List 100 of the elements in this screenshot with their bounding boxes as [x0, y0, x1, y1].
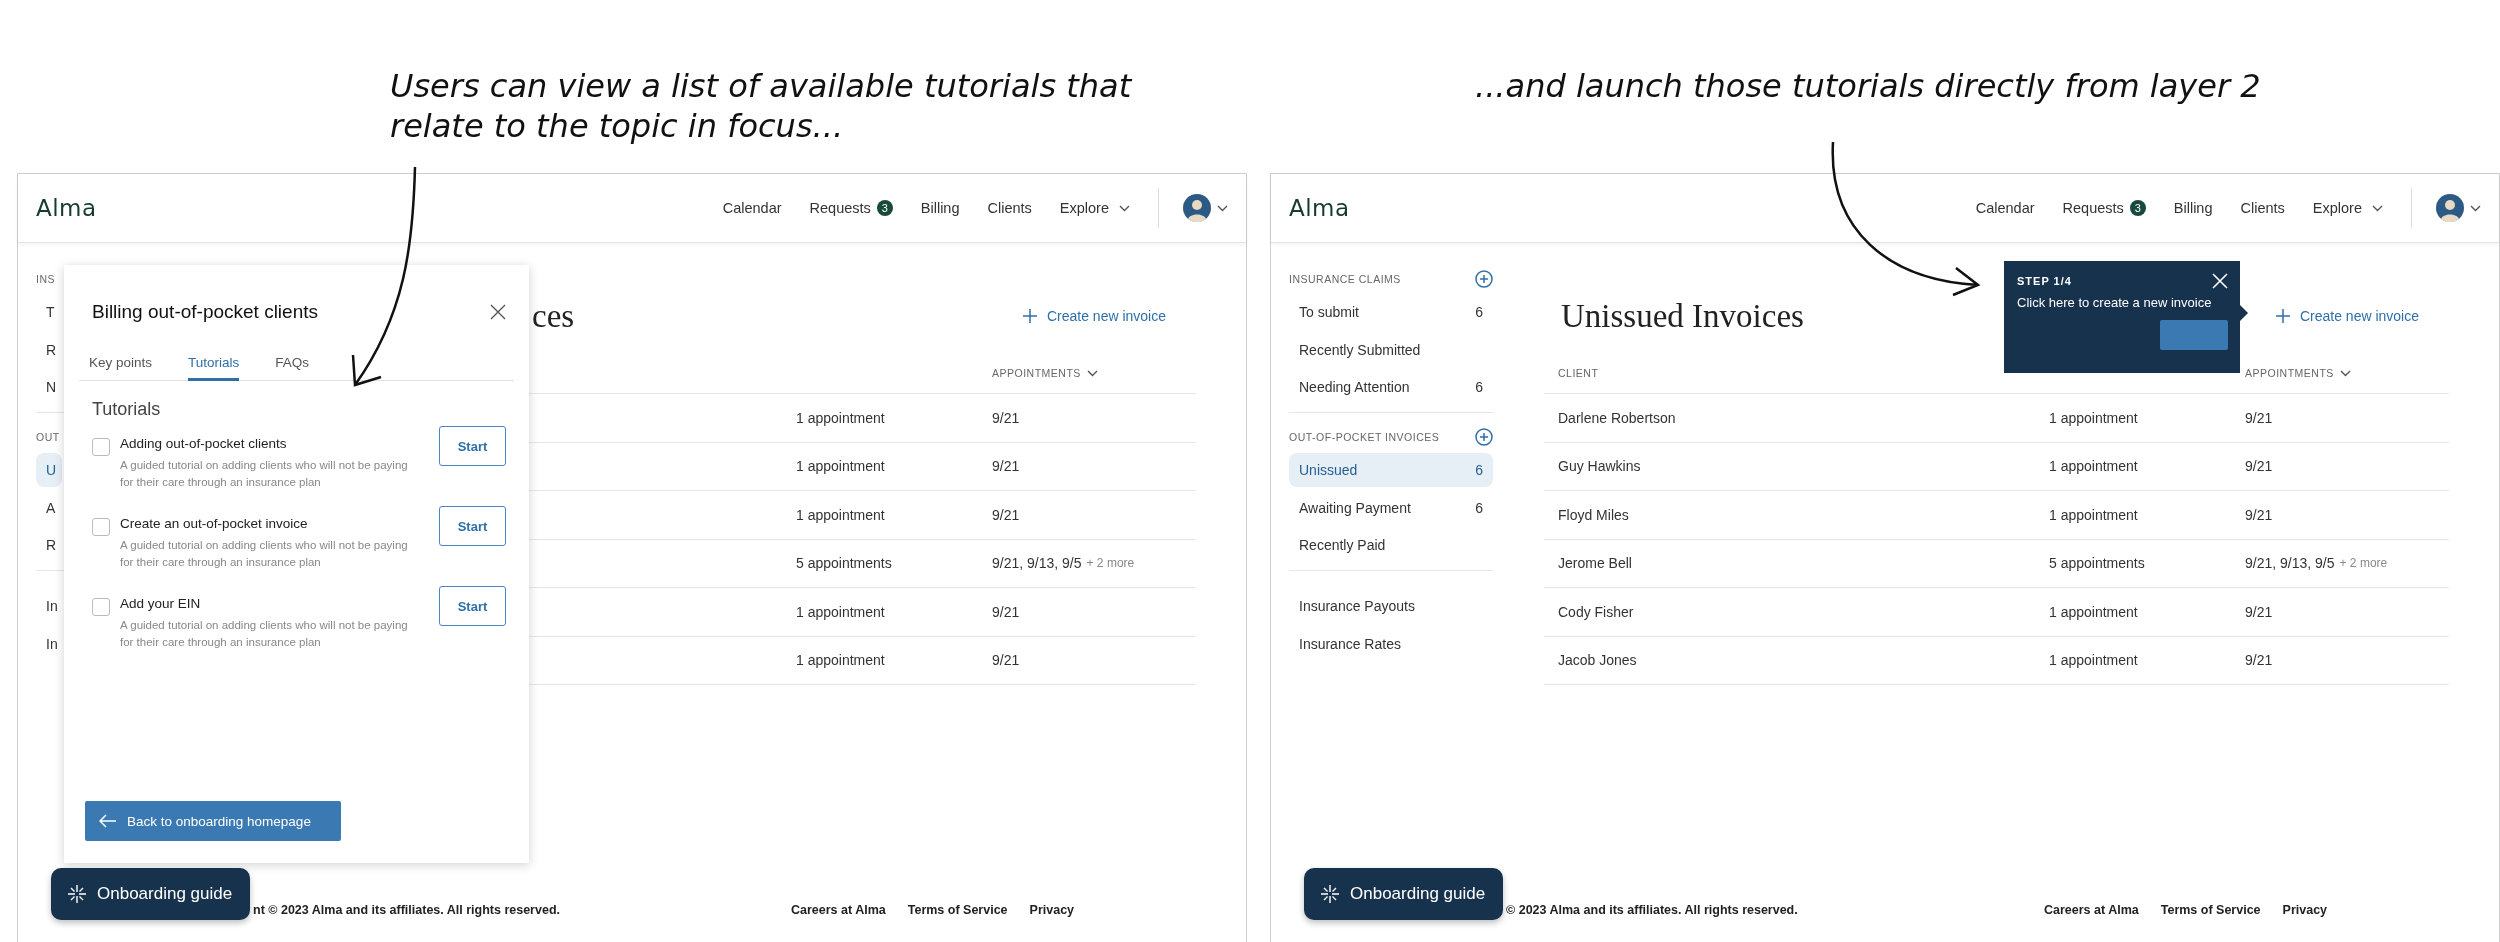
tutorial-description: A guided tutorial on adding clients who will not be paying for their care through an insurance plan	[120, 538, 409, 570]
footer-link[interactable]: Privacy	[2282, 903, 2328, 917]
start-button[interactable]: Start	[439, 586, 506, 626]
account-menu[interactable]	[2436, 194, 2481, 222]
add-icon[interactable]	[1475, 428, 1493, 446]
table-cell: 1 appointment	[2049, 603, 2138, 620]
tutorial-description: A guided tutorial on adding clients who will not be paying for their care through an insurance plan	[120, 618, 409, 650]
chevron-down-icon	[1217, 204, 1228, 212]
table-cell: 1 appointment	[2049, 458, 2138, 475]
nav-link[interactable]: Billing	[2173, 200, 2213, 216]
create-invoice-link[interactable]: Create new invoice	[1022, 308, 1166, 324]
footer-link[interactable]: Terms of Service	[907, 903, 1008, 917]
section-heading: INSURANCE CLAIMS	[1289, 273, 1401, 285]
sidebar-item[interactable]: T	[36, 295, 61, 329]
sidebar-item[interactable]: Insurance Payouts	[1289, 589, 1493, 623]
table-cell: 9/21	[2245, 652, 2273, 669]
start-button[interactable]: Start	[439, 506, 506, 546]
sidebar-item[interactable]: In	[36, 589, 64, 623]
nav-link[interactable]: Clients	[2240, 200, 2285, 216]
footer-link[interactable]: Careers at Alma	[791, 903, 886, 917]
page-title: ces	[532, 297, 575, 335]
table-cell: 9/21	[2245, 409, 2273, 426]
sidebar-item[interactable]: Awaiting Payment 6	[1289, 490, 1493, 525]
table-cell: 1 appointment	[2049, 506, 2138, 523]
sidebar-item[interactable]: A	[36, 490, 62, 525]
start-button[interactable]: Start	[439, 426, 506, 466]
nav-link[interactable]: Clients	[987, 200, 1032, 216]
create-invoice-link[interactable]: Create new invoice	[2275, 308, 2419, 324]
section-heading: Tutorials	[92, 399, 162, 420]
nav-link[interactable]: Explore	[1059, 200, 1130, 216]
more-count: + 2 more	[2339, 556, 2388, 571]
checkbox[interactable]	[92, 518, 110, 536]
account-menu[interactable]	[1183, 194, 1228, 222]
nav-link[interactable]: Explore	[2312, 200, 2383, 216]
section-heading: OUT-OF-POCKET INVOICES	[1289, 431, 1440, 443]
section-heading: OUT	[36, 431, 60, 443]
checkbox[interactable]	[92, 598, 110, 616]
logo: Alma	[36, 195, 97, 221]
sidebar-item[interactable]: N	[36, 370, 63, 404]
table-cell: Jacob Jones	[1558, 652, 1637, 669]
nav-link[interactable]: Requests 3	[2062, 200, 2146, 216]
nav-link[interactable]: Calendar	[1975, 200, 2035, 216]
chevron-down-icon	[2339, 369, 2351, 377]
tab[interactable]: Tutorials	[188, 355, 240, 381]
tab[interactable]: FAQs	[275, 355, 310, 381]
table-cell: 5 appointments	[796, 555, 892, 572]
table-cell: Guy Hawkins	[1558, 458, 1641, 475]
avatar-icon	[2436, 194, 2464, 222]
table-cell: Cody Fisher	[1558, 603, 1634, 620]
column-header[interactable]: APPOINTMENTS	[992, 367, 1098, 379]
onboarding-guide-button[interactable]: Onboarding guide	[1304, 868, 1504, 920]
table-cell: Floyd Miles	[1558, 506, 1629, 523]
sidebar-item[interactable]: Unissued 6	[1289, 453, 1493, 487]
back-button[interactable]: Back to onboarding homepage	[85, 801, 341, 841]
table-cell: 9/21	[992, 409, 1020, 426]
sidebar-item[interactable]: U	[36, 453, 63, 487]
table-cell: Darlene Robertson	[1558, 409, 1676, 426]
step-label: STEP 1/4	[2017, 275, 2072, 287]
tab[interactable]: Key points	[89, 355, 153, 381]
table-cell: 5 appointments	[2049, 555, 2145, 572]
page-title: Unissued Invoices	[1561, 297, 1804, 335]
column-header[interactable]: APPOINTMENTS	[2245, 367, 2351, 379]
table-cell: 1 appointment	[2049, 409, 2138, 426]
sidebar-item[interactable]: To submit 6	[1289, 295, 1493, 329]
sparkle-icon	[1320, 884, 1340, 904]
close-icon[interactable]	[490, 304, 506, 320]
chevron-down-icon	[1086, 369, 1098, 377]
column-header: CLIENT	[1558, 367, 1599, 379]
more-count: + 2 more	[1086, 556, 1135, 571]
sidebar-item[interactable]: R	[36, 528, 63, 562]
add-icon[interactable]	[1475, 270, 1493, 288]
tutorial-title: Add your EIN	[120, 596, 202, 611]
table-cell: 9/21	[992, 603, 1020, 620]
table-cell: 1 appointment	[796, 458, 885, 475]
avatar-icon	[1183, 194, 1211, 222]
nav-link[interactable]: Calendar	[722, 200, 782, 216]
checkbox[interactable]	[92, 438, 110, 456]
sidebar-item[interactable]: R	[36, 332, 63, 367]
annotation-text: ...and launch those tutorials directly from layer 2	[1475, 66, 2261, 106]
sidebar-item[interactable]: Recently Paid	[1289, 528, 1493, 562]
logo: Alma	[1289, 195, 1350, 221]
table-cell: 1 appointment	[796, 506, 885, 523]
sidebar-item[interactable]: Insurance Rates	[1289, 626, 1493, 661]
tutorial-title: Create an out-of-pocket invoice	[120, 516, 309, 531]
nav-link[interactable]: Billing	[920, 200, 960, 216]
sidebar-item[interactable]: Needing Attention 6	[1289, 370, 1493, 404]
plus-icon	[2275, 309, 2290, 323]
sidebar-item[interactable]: Recently Submitted	[1289, 332, 1493, 367]
footer-link[interactable]: Privacy	[1029, 903, 1075, 917]
footer-link[interactable]: Terms of Service	[2160, 903, 2261, 917]
table-cell: 1 appointment	[796, 603, 885, 620]
table-cell: 1 appointment	[796, 652, 885, 669]
footer-link[interactable]: Careers at Alma	[2044, 903, 2139, 917]
plus-icon	[1022, 309, 1037, 323]
copyright-text: nt © 2023 Alma and its affiliates. All rights reserved.	[253, 903, 561, 917]
count-badge: 3	[876, 200, 893, 216]
tutorial-title: Adding out-of-pocket clients	[120, 436, 288, 451]
nav-link[interactable]: Requests 3	[809, 200, 893, 216]
onboarding-guide-button[interactable]: Onboarding guide	[51, 868, 251, 920]
sidebar-item[interactable]: In	[36, 626, 64, 661]
